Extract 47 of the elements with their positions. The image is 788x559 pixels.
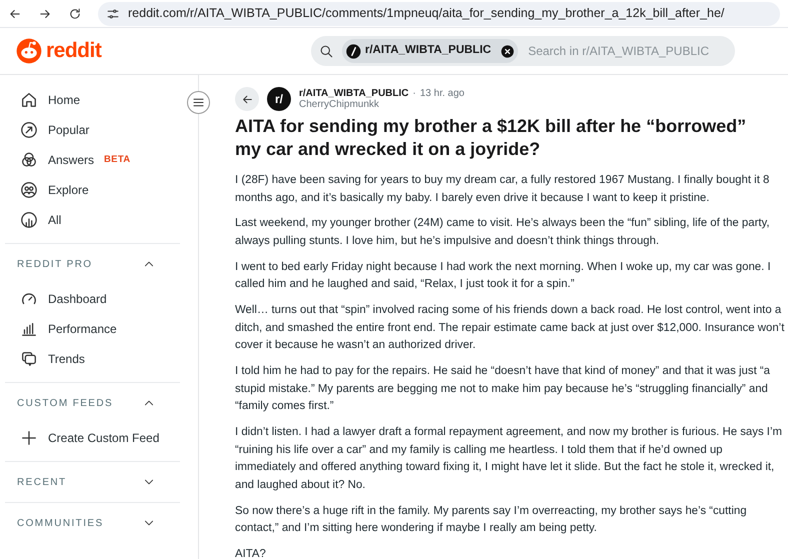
section-heading: CUSTOM FEEDS	[17, 396, 114, 410]
sidebar-item[interactable]: All	[0, 205, 198, 235]
author-link[interactable]: CherryChipmunkk	[299, 99, 464, 110]
answers-icon	[20, 151, 38, 169]
chat-bubbles-icon	[20, 350, 38, 368]
bar-chart-icon	[20, 320, 38, 338]
separator-dot: ·	[412, 88, 416, 99]
post-title: AITA for sending my brother a $12K bill after he “borrowed” my car and wrecked it on a joyride?	[235, 115, 748, 160]
search-field[interactable]: r/AITA_WIBTA_PUBLIC Search in r/AITA_WIBTA_PUBLIC	[311, 36, 735, 66]
sidebar-item[interactable]: Performance	[5, 314, 180, 344]
search-icon	[319, 44, 334, 58]
back-button[interactable]	[235, 87, 259, 111]
post-paragraph: I went to bed early Friday night because I had work the next morning. When I woke up, my car was gone. I called him and he laughed and said, “Relax, I just took it for a spin.”	[235, 260, 772, 292]
post-paragraph: I (28F) have been saving for years to buy my dream car, a fully restored 1967 Mustang. I finally bought it 8 months ago, and it’s basically my baby. I barely even drive it because I want to keep it pristine.	[235, 173, 770, 206]
all-icon	[20, 211, 38, 229]
community-link[interactable]: r/AITA_WIBTA_PUBLIC	[299, 88, 409, 99]
post-paragraph: I told him he had to pay for the repairs. He said he “doesn’t have that kind of money” and that it was just “a stupid mistake.” My parents are begging me not to make him pay because he’s “struggling financially” and “family comes first.”	[235, 364, 772, 414]
section-heading: RECENT	[17, 476, 67, 490]
sidebar-item[interactable]: Explore	[0, 175, 198, 205]
explore-icon	[20, 181, 38, 199]
post-paragraph: So now there’s a huge rift in the family. My parents say I’m overreacting, my brother says he’s “cutting contact,” and I’m sitting here wondering if maybe I really am being petty.	[235, 504, 748, 536]
section-heading: REDDIT PRO	[17, 258, 92, 272]
url-field[interactable]: reddit.com/r/AITA_WIBTA_PUBLIC/comments/1mpneuq/aita_for_sending_my_brother_a_12k_bill_after_he/	[98, 2, 780, 26]
sidebar-item[interactable]: Popular	[0, 115, 198, 145]
reload-icon[interactable]	[68, 6, 82, 20]
sidebar-item[interactable]: Answers BETA	[0, 145, 198, 175]
home-icon	[20, 91, 38, 109]
post-time: 13 hr. ago	[420, 88, 464, 99]
section-heading: COMMUNITIES	[17, 516, 104, 530]
post-paragraph: AITA?	[235, 547, 267, 559]
close-icon[interactable]	[501, 44, 514, 58]
community-avatar[interactable]: r/	[267, 87, 291, 111]
post-paragraph: Well… turns out that “spin” involved racing some of his friends down a back road. He lost control, went into a ditch, and smashed the entire front end. The repair estimate came back at just over $12,000. Insurance won’t cover it because he wasn’t an authorized driver.	[235, 303, 786, 354]
beta-label: BETA	[104, 152, 130, 167]
community-filter-chip[interactable]: r/AITA_WIBTA_PUBLIC	[342, 39, 518, 63]
post-paragraph: I didn’t listen. I had a lawyer draft a formal repayment agreement, and now my brother is furious. He says I’m “ruining his life over a car” and my family is calling me heartless. I told them that if he’d owned up immediately and offered anything toward fixing it, I might have let it slide. But the fact he stole it, wrecked it, and laughed about it? No.	[235, 425, 783, 494]
sidebar-item[interactable]: Create Custom Feed	[5, 423, 180, 453]
sidebar-item[interactable]: Home	[0, 85, 198, 115]
reddit-logo-icon[interactable]	[16, 38, 42, 64]
sidebar-item[interactable]: Trends	[5, 344, 180, 374]
site-settings-icon[interactable]	[106, 6, 120, 20]
sidebar-item[interactable]: Dashboard	[5, 284, 180, 314]
plus-icon	[20, 429, 38, 447]
community-avatar-icon	[346, 44, 361, 58]
menu-button[interactable]	[187, 91, 210, 114]
post-paragraph: Last weekend, my younger brother (24M) came to visit. He’s always been the “fun” sibling, life of the party, always pulling stunts. I love him, but he’s impulsive and doesn’t think things through.	[235, 216, 771, 250]
menu-icon	[192, 96, 205, 109]
